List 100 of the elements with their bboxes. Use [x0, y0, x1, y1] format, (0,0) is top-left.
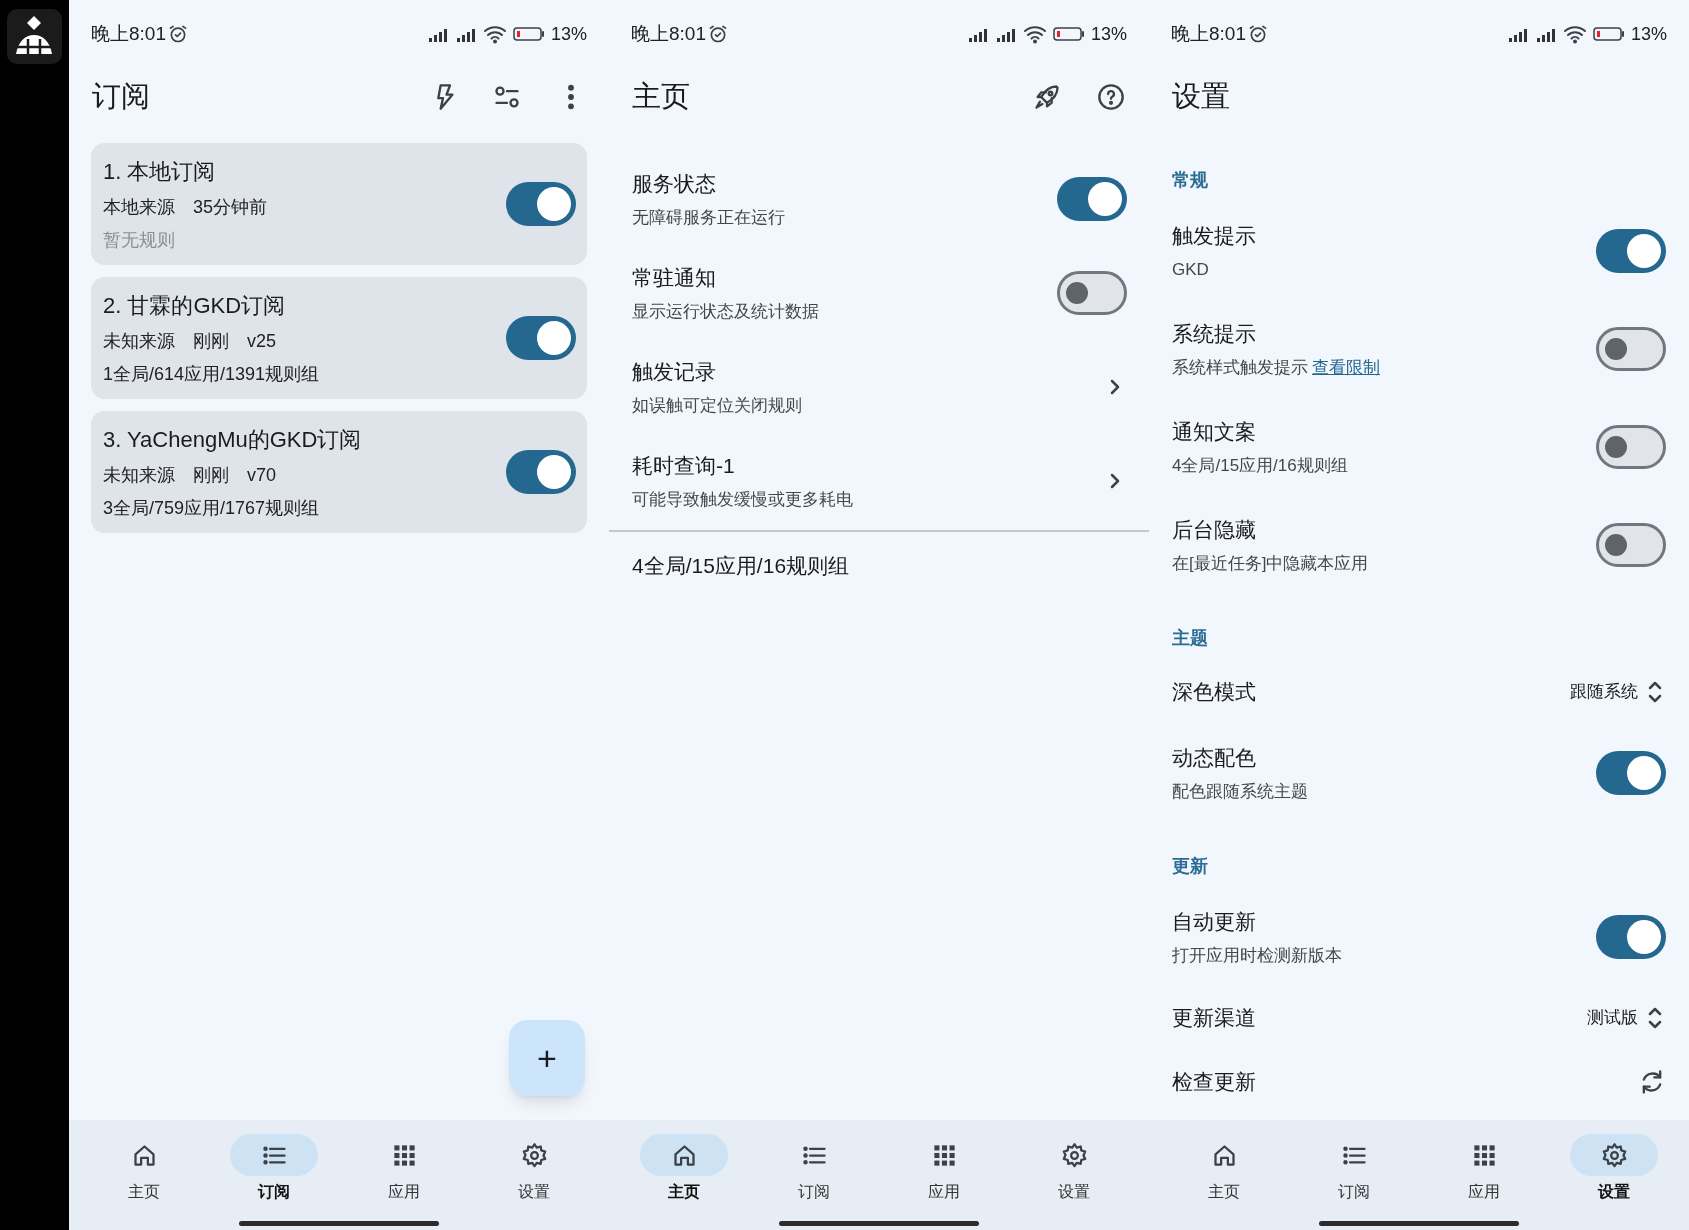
alarm-icon	[168, 24, 188, 44]
nav-label: 应用	[1468, 1182, 1500, 1202]
setting-label: 常驻通知	[632, 265, 717, 291]
settings-icon	[1060, 1141, 1088, 1169]
section-header: 更新	[1172, 855, 1208, 878]
subscription-meta: 本地来源	[103, 195, 175, 219]
settings-icon	[520, 1141, 548, 1169]
toggle-switch[interactable]	[1057, 177, 1127, 221]
limits-link[interactable]: 查看限制	[1312, 354, 1380, 380]
nav-label: 主页	[128, 1182, 160, 1202]
setting-dropdown[interactable]: 跟随系统	[1570, 679, 1666, 705]
setting-description: 可能导致触发缓慢或更多耗电	[632, 488, 853, 511]
setting-label: 系统提示	[1172, 321, 1257, 347]
subscription-title: 3. YaChengMu的GKD订阅	[103, 425, 362, 454]
setting-description: 在[最近任务]中隐藏本应用	[1172, 552, 1369, 575]
setting-label: 检查更新	[1172, 1069, 1256, 1096]
setting-label: 深色模式	[1172, 679, 1256, 706]
wifi-icon	[1562, 24, 1587, 44]
page-title: 订阅	[92, 79, 150, 115]
subscription-meta: 刚刚	[193, 463, 229, 487]
toggle-switch[interactable]	[1596, 425, 1666, 469]
settings-row[interactable]: 耗时查询-1 可能导致触发缓慢或更多耗电	[609, 434, 1149, 528]
setting-label: 通知文案	[1172, 419, 1257, 445]
subscription-meta: 35分钟前	[193, 195, 268, 219]
battery-percent: 13%	[1090, 22, 1127, 46]
battery-icon	[512, 26, 545, 42]
nav-label: 应用	[928, 1182, 960, 1202]
page-title: 主页	[632, 79, 690, 115]
setting-description: GKD	[1172, 258, 1210, 281]
setting-label: 后台隐藏	[1172, 517, 1257, 543]
setting-description: 配色跟随系统主题	[1172, 780, 1308, 803]
rule-count: 3全局/759应用/1767规则组	[103, 496, 321, 520]
subscription-meta: v70	[247, 463, 277, 487]
nav-label: 订阅	[798, 1182, 830, 1202]
setting-label: 更新渠道	[1172, 1005, 1256, 1032]
setting-label: 服务状态	[632, 171, 717, 197]
nav-label: 设置	[1058, 1182, 1090, 1202]
setting-label: 动态配色	[1172, 745, 1257, 771]
subscription-card[interactable]: 1. 本地订阅 本地来源 35分钟前 暂无规则	[91, 143, 587, 265]
toggle-switch[interactable]	[506, 182, 576, 226]
alarm-icon	[708, 24, 728, 44]
setting-description: 如误触可定位关闭规则	[632, 394, 802, 417]
nav-label: 设置	[1598, 1182, 1630, 1202]
nav-label: 主页	[668, 1182, 700, 1202]
setting-label: 触发提示	[1172, 223, 1256, 249]
wifi-icon	[482, 24, 507, 44]
setting-label: 触发记录	[632, 359, 717, 385]
nav-tab[interactable]	[640, 1134, 728, 1176]
toggle-switch[interactable]	[1596, 915, 1666, 959]
rule-summary: 4全局/15应用/16规则组	[631, 553, 851, 579]
app-logo-icon[interactable]	[7, 9, 62, 64]
wifi-icon	[1022, 24, 1047, 44]
nav-tab[interactable]	[1570, 1134, 1658, 1176]
settings-icon	[1600, 1141, 1628, 1169]
setting-description: 4全局/15应用/16规则组	[1172, 454, 1348, 477]
setting-description: 显示运行状态及统计数据	[632, 300, 819, 323]
page-title: 设置	[1172, 79, 1230, 115]
subscription-meta: 未知来源	[103, 463, 175, 487]
toggle-switch[interactable]	[1057, 271, 1127, 315]
add-button[interactable]: +	[509, 1020, 585, 1096]
battery-percent: 13%	[550, 22, 587, 46]
toggle-switch[interactable]	[1596, 751, 1666, 795]
status-time: 晚上8:01	[1171, 21, 1246, 46]
setting-description: 系统样式触发提示	[1172, 356, 1308, 379]
section-header: 主题	[1172, 627, 1208, 650]
subscription-title: 2. 甘霖的GKD订阅	[103, 291, 287, 320]
setting-description: 无障碍服务正在运行	[632, 206, 785, 229]
settings-row[interactable]: 触发记录 如误触可定位关闭规则	[609, 340, 1149, 434]
battery-icon	[1052, 26, 1085, 42]
nav-label: 主页	[1208, 1182, 1240, 1202]
nav-tab[interactable]	[230, 1134, 318, 1176]
subscription-meta: 未知来源	[103, 329, 175, 353]
subscription-meta: 刚刚	[193, 329, 229, 353]
setting-label: 自动更新	[1172, 909, 1257, 935]
rocket-icon[interactable]	[1033, 83, 1061, 111]
section-header: 常规	[1172, 169, 1208, 192]
setting-label: 耗时查询-1	[632, 453, 736, 479]
subscription-title: 1. 本地订阅	[103, 157, 217, 186]
nav-label: 设置	[518, 1182, 550, 1202]
battery-percent: 13%	[1630, 22, 1667, 46]
toggle-switch[interactable]	[1596, 327, 1666, 371]
subscription-card[interactable]: 3. YaChengMu的GKD订阅 未知来源 刚刚 v70 3全局/759应用/1767规则组	[91, 411, 587, 533]
rule-count: 暂无规则	[103, 228, 176, 252]
help-icon[interactable]	[1097, 83, 1125, 111]
status-time: 晚上8:01	[91, 21, 166, 46]
toggle-switch[interactable]	[1596, 229, 1666, 273]
nav-label: 订阅	[258, 1182, 290, 1202]
subscription-meta: v25	[247, 329, 277, 353]
nav-label: 订阅	[1338, 1182, 1370, 1202]
setting-dropdown[interactable]: 测试版	[1587, 1005, 1666, 1031]
toggle-switch[interactable]	[1596, 523, 1666, 567]
subscription-card[interactable]: 2. 甘霖的GKD订阅 未知来源 刚刚 v25 1全局/614应用/1391规则组	[91, 277, 587, 399]
setting-description: 打开应用时检测新版本	[1172, 944, 1342, 967]
battery-icon	[1592, 26, 1625, 42]
nav-label: 应用	[388, 1182, 420, 1202]
rule-count: 1全局/614应用/1391规则组	[103, 362, 320, 386]
toggle-switch[interactable]	[506, 450, 576, 494]
alarm-icon	[1248, 24, 1268, 44]
toggle-switch[interactable]	[506, 316, 576, 360]
status-time: 晚上8:01	[631, 21, 706, 46]
